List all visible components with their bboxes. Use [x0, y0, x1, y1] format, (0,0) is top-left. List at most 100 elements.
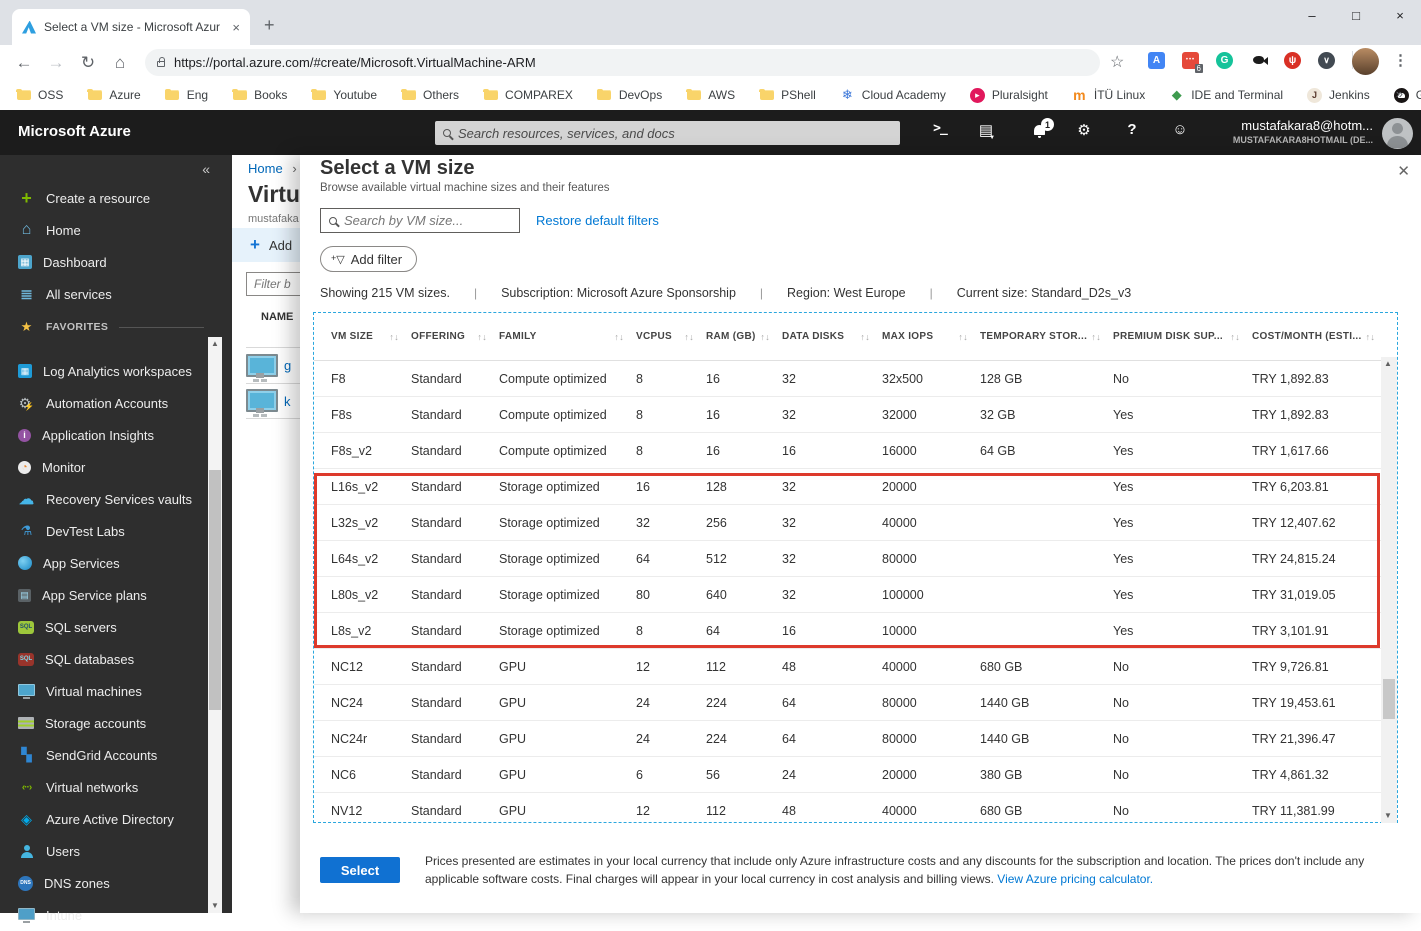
scroll-down-icon[interactable]: ▼ — [208, 899, 222, 913]
browser-tab[interactable]: Select a VM size - Microsoft Azur × — [12, 9, 250, 45]
column-header-cost-month-esti[interactable]: COST/MONTH (ESTI... ↑↓ — [1252, 331, 1382, 342]
bookmark-azure[interactable]: Azure — [87, 88, 141, 103]
scroll-down-icon[interactable]: ▼ — [1381, 809, 1395, 823]
bookmark-pshell[interactable]: PShell — [759, 88, 816, 103]
sidebar-item-virtual-machines[interactable]: Virtual machines — [0, 675, 208, 707]
bookmark-cloud-academy[interactable]: Cloud Academy — [840, 88, 946, 103]
account-avatar[interactable] — [1382, 118, 1413, 149]
azure-search[interactable] — [435, 121, 900, 145]
column-header-ram-gb[interactable]: RAM (GB) ↑↓ — [706, 331, 782, 342]
pocket-icon[interactable] — [1318, 51, 1335, 69]
back-icon[interactable]: ← — [8, 53, 40, 73]
reload-icon[interactable]: ↻ — [72, 53, 104, 73]
sidebar-collapse-icon[interactable]: « — [202, 161, 210, 177]
sidebar-item-dns-zones[interactable]: DNS zones — [0, 867, 208, 899]
add-filter-button[interactable]: +▽ Add filter — [320, 246, 418, 272]
forward-icon[interactable]: → — [40, 53, 72, 73]
restore-default-filters-link[interactable]: Restore default filters — [536, 213, 659, 228]
browser-home-icon[interactable]: ⌂ — [104, 53, 136, 73]
sidebar-item-virtual-networks[interactable]: Virtual networks — [0, 771, 208, 803]
grammarly-icon[interactable] — [1216, 51, 1233, 69]
sidebar-item-monitor[interactable]: Monitor — [0, 451, 208, 483]
sidebar-item-dashboard[interactable]: Dashboard — [0, 246, 208, 278]
table-row-nv12[interactable]: NV12 Standard GPU 12 112 48 40000 680 GB No TRY 1… — [314, 793, 1382, 823]
table-row-nc24r[interactable]: NC24r Standard GPU 24 224 64 80000 1440 GB No TRY… — [314, 721, 1382, 757]
sidebar-item-azure-active-directory[interactable]: Azure Active Directory — [0, 803, 208, 835]
bookmark-others[interactable]: Others — [401, 88, 459, 103]
sidebar-item-devtest-labs[interactable]: DevTest Labs — [0, 515, 208, 547]
column-header-temporary-stor[interactable]: TEMPORARY STOR... ↑↓ — [980, 331, 1113, 342]
table-row-f8[interactable]: F8 Standard Compute optimized 8 16 32 32x500 12… — [314, 361, 1382, 397]
scrollbar-thumb[interactable] — [209, 470, 221, 710]
cloud-shell-icon[interactable]: >_ — [928, 121, 952, 136]
vm-size-search[interactable] — [320, 208, 520, 233]
panel-close-icon[interactable]: ✕ — [1397, 162, 1410, 180]
bookmark-books[interactable]: Books — [232, 88, 287, 103]
sidebar-item-automation-accounts[interactable]: Automation Accounts — [0, 387, 208, 419]
directory-filter-icon[interactable] — [977, 121, 1001, 139]
bookmark-star-icon[interactable]: ☆ — [1110, 52, 1124, 72]
bookmark-ide-and-terminal[interactable]: IDE and Terminal — [1169, 88, 1283, 103]
bookmark-i-t-linux[interactable]: İTÜ Linux — [1072, 88, 1145, 103]
tab-close-icon[interactable]: × — [232, 20, 240, 35]
bookmark-eng[interactable]: Eng — [164, 88, 208, 103]
sidebar-item-log-analytics-workspaces[interactable]: Log Analytics workspaces — [0, 355, 208, 387]
bookmark-devops[interactable]: DevOps — [596, 88, 662, 103]
table-row-f8s-v2[interactable]: F8s_v2 Standard Compute optimized 8 16 16 1600… — [314, 433, 1382, 469]
select-button[interactable]: Select — [320, 857, 400, 883]
sidebar-item-intune[interactable]: Intune — [0, 899, 208, 931]
window-close-button[interactable]: × — [1393, 8, 1407, 23]
table-row-f8s[interactable]: F8s Standard Compute optimized 8 16 32 32000 32… — [314, 397, 1382, 433]
scroll-up-icon[interactable]: ▲ — [208, 337, 222, 351]
sidebar-item-home[interactable]: Home — [0, 214, 208, 246]
column-header-family[interactable]: FAMILY ↑↓ — [499, 331, 636, 342]
url-text[interactable]: https://portal.azure.com/#create/Microso… — [174, 55, 536, 70]
sidebar-item-create-a-resource[interactable]: Create a resource — [0, 182, 208, 214]
sidebar-scrollbar[interactable]: ▲ ▼ — [208, 337, 222, 913]
fish-icon[interactable] — [1250, 52, 1268, 69]
notifications-bell-icon[interactable]: 1 — [1030, 118, 1054, 140]
vm-name-link[interactable]: k — [284, 394, 291, 409]
browser-menu-icon[interactable]: ⋮ — [1393, 51, 1408, 69]
column-header-max-iops[interactable]: MAX IOPS ↑↓ — [882, 331, 980, 342]
bookmark-youtube[interactable]: Youtube — [311, 88, 377, 103]
sidebar-item-all-services[interactable]: All services — [0, 278, 208, 310]
sidebar-item-storage-accounts[interactable]: Storage accounts — [0, 707, 208, 739]
browser-profile-avatar[interactable] — [1352, 48, 1379, 75]
sidebar-item-recovery-services-vaults[interactable]: Recovery Services vaults — [0, 483, 208, 515]
vm-size-search-input[interactable] — [344, 213, 511, 228]
table-row-l32s-v2[interactable]: L32s_v2 Standard Storage optimized 32 256 32 4… — [314, 505, 1382, 541]
scrollbar-thumb[interactable] — [1383, 679, 1395, 719]
sidebar-item-users[interactable]: Users — [0, 835, 208, 867]
feedback-smiley-icon[interactable]: ☺ — [1168, 121, 1192, 138]
azure-search-input[interactable] — [458, 125, 892, 141]
sidebar-item-application-insights[interactable]: Application Insights — [0, 419, 208, 451]
sidebar-item-app-service-plans[interactable]: App Service plans — [0, 579, 208, 611]
sidebar-item-sql-servers[interactable]: SQL servers — [0, 611, 208, 643]
bookmark-pluralsight[interactable]: Pluralsight — [969, 87, 1048, 103]
bookmark-aws[interactable]: AWS — [686, 88, 735, 103]
column-header-vm-size[interactable]: VM SIZE ↑↓ — [314, 331, 411, 342]
settings-gear-icon[interactable]: ⚙ — [1072, 121, 1096, 139]
translate-icon[interactable] — [1148, 51, 1165, 69]
extension-grid-icon[interactable]: 6 — [1182, 51, 1203, 73]
stop-hand-icon[interactable] — [1284, 51, 1301, 69]
breadcrumb-home-link[interactable]: Home — [248, 161, 283, 176]
table-row-nc6[interactable]: NC6 Standard GPU 6 56 24 20000 380 GB No TRY 4,86… — [314, 757, 1382, 793]
window-maximize-button[interactable]: □ — [1349, 8, 1363, 23]
sidebar-item-sendgrid-accounts[interactable]: SendGrid Accounts — [0, 739, 208, 771]
table-row-l16s-v2[interactable]: L16s_v2 Standard Storage optimized 16 128 32 2… — [314, 469, 1382, 505]
name-column-header[interactable]: NAME — [261, 311, 293, 323]
account-info[interactable]: mustafakara8@hotm... MUSTAFAKARA8HOTMAIL… — [1233, 118, 1373, 145]
bookmark-oss[interactable]: OSS — [16, 88, 63, 103]
column-header-data-disks[interactable]: DATA DISKS ↑↓ — [782, 331, 882, 342]
scroll-up-icon[interactable]: ▲ — [1381, 357, 1395, 371]
address-bar[interactable]: https://portal.azure.com/#create/Microso… — [145, 49, 1100, 76]
table-row-l8s-v2[interactable]: L8s_v2 Standard Storage optimized 8 64 16 1000… — [314, 613, 1382, 649]
bookmark-comparex[interactable]: COMPAREX — [483, 88, 573, 103]
help-icon[interactable]: ? — [1120, 121, 1144, 138]
table-row-l80s-v2[interactable]: L80s_v2 Standard Storage optimized 80 640 32 1… — [314, 577, 1382, 613]
table-row-l64s-v2[interactable]: L64s_v2 Standard Storage optimized 64 512 32 8… — [314, 541, 1382, 577]
column-header-premium-disk-sup[interactable]: PREMIUM DISK SUP... ↑↓ — [1113, 331, 1252, 342]
column-header-offering[interactable]: OFFERING ↑↓ — [411, 331, 499, 342]
